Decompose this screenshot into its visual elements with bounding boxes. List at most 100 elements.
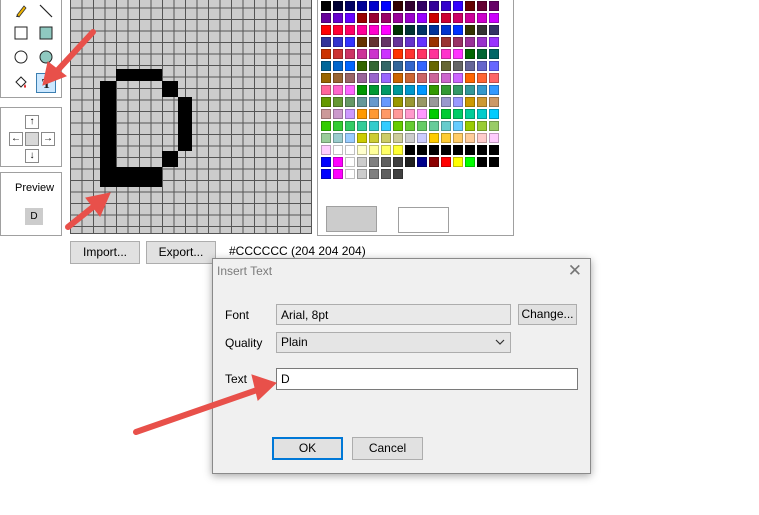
palette-swatch[interactable]: [381, 25, 391, 35]
palette-swatch[interactable]: [321, 169, 331, 179]
palette-swatch[interactable]: [321, 61, 331, 71]
palette-swatch[interactable]: [405, 121, 415, 131]
palette-swatch[interactable]: [417, 97, 427, 107]
palette-swatch[interactable]: [345, 157, 355, 167]
filled-rectangle-icon[interactable]: [36, 23, 56, 43]
palette-swatch[interactable]: [417, 25, 427, 35]
shift-left-button[interactable]: ←: [9, 132, 23, 146]
palette-swatch[interactable]: [405, 61, 415, 71]
palette-swatch[interactable]: [393, 109, 403, 119]
palette-swatch[interactable]: [465, 61, 475, 71]
palette-swatch[interactable]: [369, 121, 379, 131]
ellipse-icon[interactable]: [11, 47, 31, 67]
palette-swatch[interactable]: [417, 1, 427, 11]
palette-swatch[interactable]: [345, 169, 355, 179]
palette-swatch[interactable]: [453, 73, 463, 83]
rectangle-icon[interactable]: [11, 23, 31, 43]
palette-swatch[interactable]: [441, 109, 451, 119]
palette-swatch[interactable]: [357, 25, 367, 35]
palette-swatch[interactable]: [405, 49, 415, 59]
palette-swatch[interactable]: [489, 49, 499, 59]
palette-swatch[interactable]: [453, 25, 463, 35]
palette-swatch[interactable]: [321, 85, 331, 95]
palette-swatch[interactable]: [441, 13, 451, 23]
palette-swatch[interactable]: [405, 1, 415, 11]
palette-swatch[interactable]: [465, 121, 475, 131]
palette-swatch[interactable]: [333, 97, 343, 107]
palette-swatch[interactable]: [369, 73, 379, 83]
palette-swatch[interactable]: [417, 121, 427, 131]
palette-swatch[interactable]: [321, 25, 331, 35]
palette-swatch[interactable]: [489, 121, 499, 131]
palette-swatch[interactable]: [453, 121, 463, 131]
palette-swatch[interactable]: [405, 85, 415, 95]
palette-swatch[interactable]: [357, 49, 367, 59]
palette-swatch[interactable]: [405, 25, 415, 35]
palette-swatch[interactable]: [381, 133, 391, 143]
palette-swatch[interactable]: [429, 13, 439, 23]
palette-swatch[interactable]: [369, 49, 379, 59]
palette-swatch[interactable]: [345, 85, 355, 95]
palette-swatch[interactable]: [465, 1, 475, 11]
ok-button[interactable]: OK: [272, 437, 343, 460]
palette-swatch[interactable]: [333, 49, 343, 59]
palette-swatch[interactable]: [369, 25, 379, 35]
palette-swatch[interactable]: [429, 61, 439, 71]
palette-swatch[interactable]: [441, 85, 451, 95]
change-font-button[interactable]: Change...: [518, 304, 577, 325]
palette-swatch[interactable]: [453, 145, 463, 155]
palette-swatch[interactable]: [429, 121, 439, 131]
pencil-icon[interactable]: [11, 1, 31, 21]
palette-swatch[interactable]: [453, 61, 463, 71]
palette-swatch[interactable]: [489, 13, 499, 23]
palette-swatch[interactable]: [477, 157, 487, 167]
palette-swatch[interactable]: [345, 13, 355, 23]
palette-swatch[interactable]: [429, 109, 439, 119]
palette-swatch[interactable]: [441, 73, 451, 83]
palette-swatch[interactable]: [393, 97, 403, 107]
palette-swatch[interactable]: [465, 25, 475, 35]
palette-swatch[interactable]: [441, 49, 451, 59]
palette-swatch[interactable]: [417, 133, 427, 143]
palette-swatch[interactable]: [405, 73, 415, 83]
palette-swatch[interactable]: [489, 61, 499, 71]
palette-swatch[interactable]: [333, 13, 343, 23]
palette-swatch[interactable]: [321, 13, 331, 23]
palette-swatch[interactable]: [453, 1, 463, 11]
palette-swatch[interactable]: [345, 49, 355, 59]
palette-swatch[interactable]: [345, 145, 355, 155]
palette-swatch[interactable]: [357, 109, 367, 119]
palette-swatch[interactable]: [441, 37, 451, 47]
palette-swatch[interactable]: [489, 85, 499, 95]
palette-swatch[interactable]: [345, 109, 355, 119]
palette-swatch[interactable]: [417, 109, 427, 119]
palette-swatch[interactable]: [381, 49, 391, 59]
palette-swatch[interactable]: [489, 97, 499, 107]
palette-swatch[interactable]: [489, 73, 499, 83]
palette-swatch[interactable]: [489, 109, 499, 119]
palette-swatch[interactable]: [477, 73, 487, 83]
palette-swatch[interactable]: [333, 85, 343, 95]
palette-swatch[interactable]: [405, 133, 415, 143]
palette-swatch[interactable]: [441, 121, 451, 131]
palette-swatch[interactable]: [441, 157, 451, 167]
shift-down-button[interactable]: ↓: [25, 149, 39, 163]
filled-ellipse-icon[interactable]: [36, 47, 56, 67]
palette-swatch[interactable]: [345, 73, 355, 83]
palette-swatch[interactable]: [477, 61, 487, 71]
palette-swatch[interactable]: [441, 61, 451, 71]
close-icon[interactable]: ✕: [568, 261, 582, 281]
palette-swatch[interactable]: [369, 13, 379, 23]
palette-swatch[interactable]: [333, 25, 343, 35]
shift-up-button[interactable]: ↑: [25, 115, 39, 129]
palette-swatch[interactable]: [381, 61, 391, 71]
line-icon[interactable]: [36, 1, 56, 21]
palette-swatch[interactable]: [357, 133, 367, 143]
palette-swatch[interactable]: [405, 37, 415, 47]
palette-swatch[interactable]: [369, 1, 379, 11]
palette-swatch[interactable]: [489, 37, 499, 47]
palette-swatch[interactable]: [381, 1, 391, 11]
palette-swatch[interactable]: [477, 121, 487, 131]
palette-swatch[interactable]: [465, 85, 475, 95]
palette-swatch[interactable]: [393, 133, 403, 143]
